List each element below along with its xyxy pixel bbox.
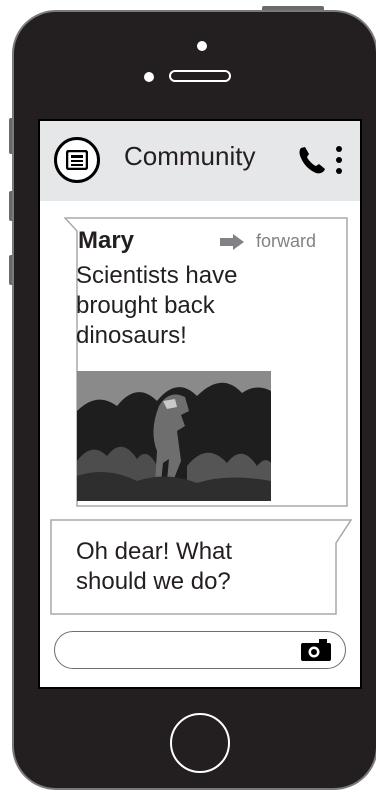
message-bubble-outgoing: Oh dear! What should we do? [50,519,352,615]
camera-icon[interactable] [301,639,331,661]
stage: Community Mary forward Scientists have b… [0,0,376,794]
message-bubble-incoming: Mary forward Scientists have brought bac… [64,217,348,507]
message-text: Oh dear! What should we do? [76,538,233,595]
arrow-right-icon [220,234,244,250]
page-title: Community [124,141,256,171]
earpiece-speaker [169,70,231,82]
home-button[interactable] [170,713,230,773]
forward-label: forward [256,231,317,251]
forward-button[interactable]: forward [220,231,330,253]
newspaper-icon[interactable] [54,137,100,183]
sender-name: Mary [78,227,135,254]
dinosaur-photo[interactable] [77,371,271,501]
message-composer [54,631,346,669]
proximity-sensor [144,72,154,82]
more-vertical-icon[interactable] [335,145,343,180]
app-header: Community [40,121,360,201]
message-text: Scientists have brought back dinosaurs! [76,262,238,349]
message-input[interactable] [69,638,293,664]
front-camera [197,41,207,51]
phone-screen: Community Mary forward Scientists have b… [38,119,362,689]
phone-icon[interactable] [298,145,326,180]
